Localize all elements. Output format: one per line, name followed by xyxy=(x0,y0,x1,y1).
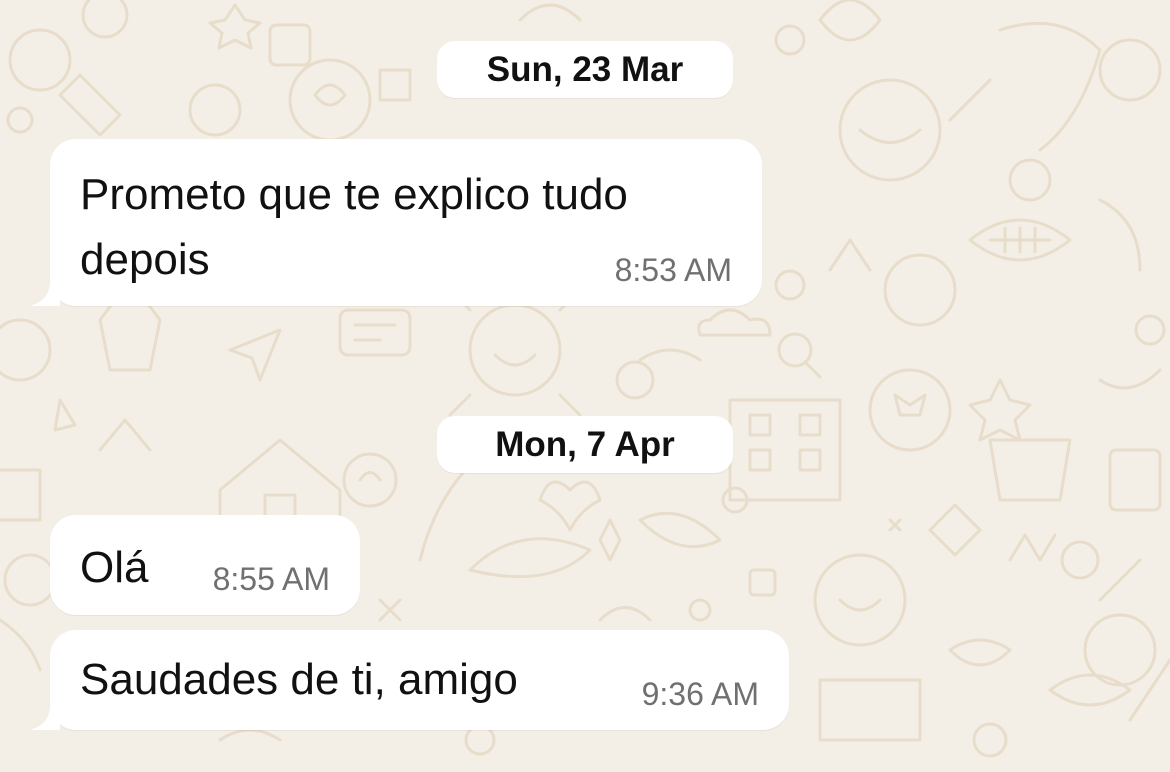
message-text: Olá xyxy=(80,543,149,592)
bubble-tail xyxy=(30,706,60,730)
message-timestamp: 8:55 AM xyxy=(212,561,330,597)
bubble-tail xyxy=(30,282,60,306)
message-bubble[interactable]: Prometo que te explico tudo depois 8:53 … xyxy=(30,139,762,306)
date-separator: Mon, 7 Apr xyxy=(437,416,733,473)
message-timestamp: 8:53 AM xyxy=(614,252,732,288)
message-text: Saudades de ti, amigo xyxy=(80,655,518,704)
message-bubble[interactable]: Olá 8:55 AM xyxy=(50,515,360,615)
message-timestamp: 9:36 AM xyxy=(641,676,759,712)
message-bubble[interactable]: Saudades de ti, amigo 9:36 AM xyxy=(30,630,789,730)
date-separator: Sun, 23 Mar xyxy=(437,41,733,98)
